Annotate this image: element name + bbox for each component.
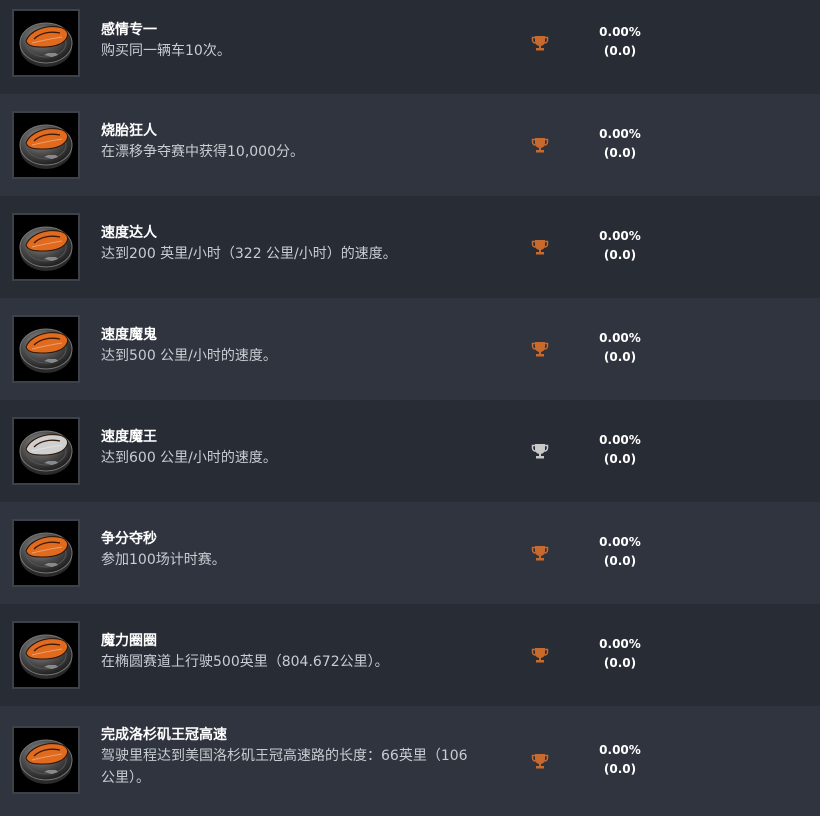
unlock-stats: 0.00% (0.0) xyxy=(590,329,650,367)
achievement-row: 烧胎狂人在漂移争夺赛中获得10,000分。 0.00% (0.0) xyxy=(0,94,820,196)
achievement-name: 争分夺秒 xyxy=(101,531,157,547)
achievement-name: 感情专一 xyxy=(101,22,157,38)
unlock-points: (0.0) xyxy=(603,350,637,364)
unlock-percent: 0.00% xyxy=(599,229,641,243)
unlock-stats: 0.00% (0.0) xyxy=(590,741,650,779)
orange-car-coin-icon xyxy=(12,111,80,179)
unlock-stats: 0.00% (0.0) xyxy=(590,125,650,163)
unlock-stats: 0.00% (0.0) xyxy=(590,23,650,61)
orange-car-coin-icon xyxy=(12,519,80,587)
unlock-points: (0.0) xyxy=(603,248,637,262)
orange-car-coin-icon xyxy=(12,213,80,281)
bronze-trophy-icon xyxy=(531,752,549,770)
unlock-percent: 0.00% xyxy=(599,637,641,651)
bronze-trophy-icon xyxy=(531,136,549,154)
achievement-description: 达到500 公里/小时的速度。 xyxy=(101,348,277,364)
achievement-row: 完成洛杉矶王冠高速驾驶里程达到美国洛杉矶王冠高速路的长度：66英里（106公里）… xyxy=(0,706,820,816)
unlock-percent: 0.00% xyxy=(599,743,641,757)
achievement-row: 速度魔王达到600 公里/小时的速度。 0.00% (0.0) xyxy=(0,400,820,502)
orange-car-coin-icon xyxy=(12,9,80,77)
unlock-points: (0.0) xyxy=(603,554,637,568)
achievement-row: 争分夺秒参加100场计时赛。 0.00% (0.0) xyxy=(0,502,820,604)
achievement-name: 速度达人 xyxy=(101,225,157,241)
unlock-points: (0.0) xyxy=(603,44,637,58)
unlock-stats: 0.00% (0.0) xyxy=(590,431,650,469)
unlock-stats: 0.00% (0.0) xyxy=(590,227,650,265)
achievement-text: 完成洛杉矶王冠高速驾驶里程达到美国洛杉矶王冠高速路的长度：66英里（106公里）… xyxy=(101,725,501,789)
achievement-row: 速度魔鬼达到500 公里/小时的速度。 0.00% (0.0) xyxy=(0,298,820,400)
achievement-row: 感情专一购买同一辆车10次。 0.00% (0.0) xyxy=(0,0,820,94)
achievement-row: 速度达人达到200 英里/小时（322 公里/小时）的速度。 0.00% (0.0… xyxy=(0,196,820,298)
orange-car-coin-icon xyxy=(12,621,80,689)
achievement-description: 参加100场计时赛。 xyxy=(101,552,226,568)
unlock-points: (0.0) xyxy=(603,146,637,160)
orange-car-coin-icon xyxy=(12,726,80,794)
unlock-percent: 0.00% xyxy=(599,535,641,549)
unlock-percent: 0.00% xyxy=(599,331,641,345)
achievement-name: 速度魔王 xyxy=(101,429,157,445)
bronze-trophy-icon xyxy=(531,340,549,358)
achievement-description: 达到600 公里/小时的速度。 xyxy=(101,450,277,466)
achievement-name: 速度魔鬼 xyxy=(101,327,157,343)
achievement-name: 魔力圈圈 xyxy=(101,633,157,649)
unlock-percent: 0.00% xyxy=(599,127,641,141)
unlock-points: (0.0) xyxy=(603,762,637,776)
achievement-text: 速度魔王达到600 公里/小时的速度。 xyxy=(101,427,501,469)
unlock-stats: 0.00% (0.0) xyxy=(590,635,650,673)
achievement-description: 达到200 英里/小时（322 公里/小时）的速度。 xyxy=(101,246,397,262)
achievement-description: 购买同一辆车10次。 xyxy=(101,43,231,59)
achievement-description: 在椭圆赛道上行驶500英里（804.672公里）。 xyxy=(101,654,389,670)
achievement-list: 感情专一购买同一辆车10次。 0.00% (0.0) 烧胎狂人在漂移争夺赛中获得1… xyxy=(0,0,820,816)
achievement-text: 速度魔鬼达到500 公里/小时的速度。 xyxy=(101,325,501,367)
unlock-points: (0.0) xyxy=(603,656,637,670)
achievement-name: 烧胎狂人 xyxy=(101,123,157,139)
bronze-trophy-icon xyxy=(531,646,549,664)
unlock-percent: 0.00% xyxy=(599,25,641,39)
silver-car-coin-icon xyxy=(12,417,80,485)
achievement-text: 感情专一购买同一辆车10次。 xyxy=(101,20,501,62)
unlock-points: (0.0) xyxy=(603,452,637,466)
achievement-text: 速度达人达到200 英里/小时（322 公里/小时）的速度。 xyxy=(101,223,501,265)
achievement-name: 完成洛杉矶王冠高速 xyxy=(101,727,227,743)
achievement-description: 在漂移争夺赛中获得10,000分。 xyxy=(101,144,304,160)
achievement-text: 魔力圈圈在椭圆赛道上行驶500英里（804.672公里）。 xyxy=(101,631,501,673)
achievement-description: 驾驶里程达到美国洛杉矶王冠高速路的长度：66英里（106公里）。 xyxy=(101,748,468,786)
silver-trophy-icon xyxy=(531,442,549,460)
achievement-text: 争分夺秒参加100场计时赛。 xyxy=(101,529,501,571)
achievement-text: 烧胎狂人在漂移争夺赛中获得10,000分。 xyxy=(101,121,501,163)
achievement-row: 魔力圈圈在椭圆赛道上行驶500英里（804.672公里）。 0.00% (0.0) xyxy=(0,604,820,706)
bronze-trophy-icon xyxy=(531,544,549,562)
unlock-percent: 0.00% xyxy=(599,433,641,447)
unlock-stats: 0.00% (0.0) xyxy=(590,533,650,571)
bronze-trophy-icon xyxy=(531,238,549,256)
orange-car-coin-icon xyxy=(12,315,80,383)
bronze-trophy-icon xyxy=(531,34,549,52)
